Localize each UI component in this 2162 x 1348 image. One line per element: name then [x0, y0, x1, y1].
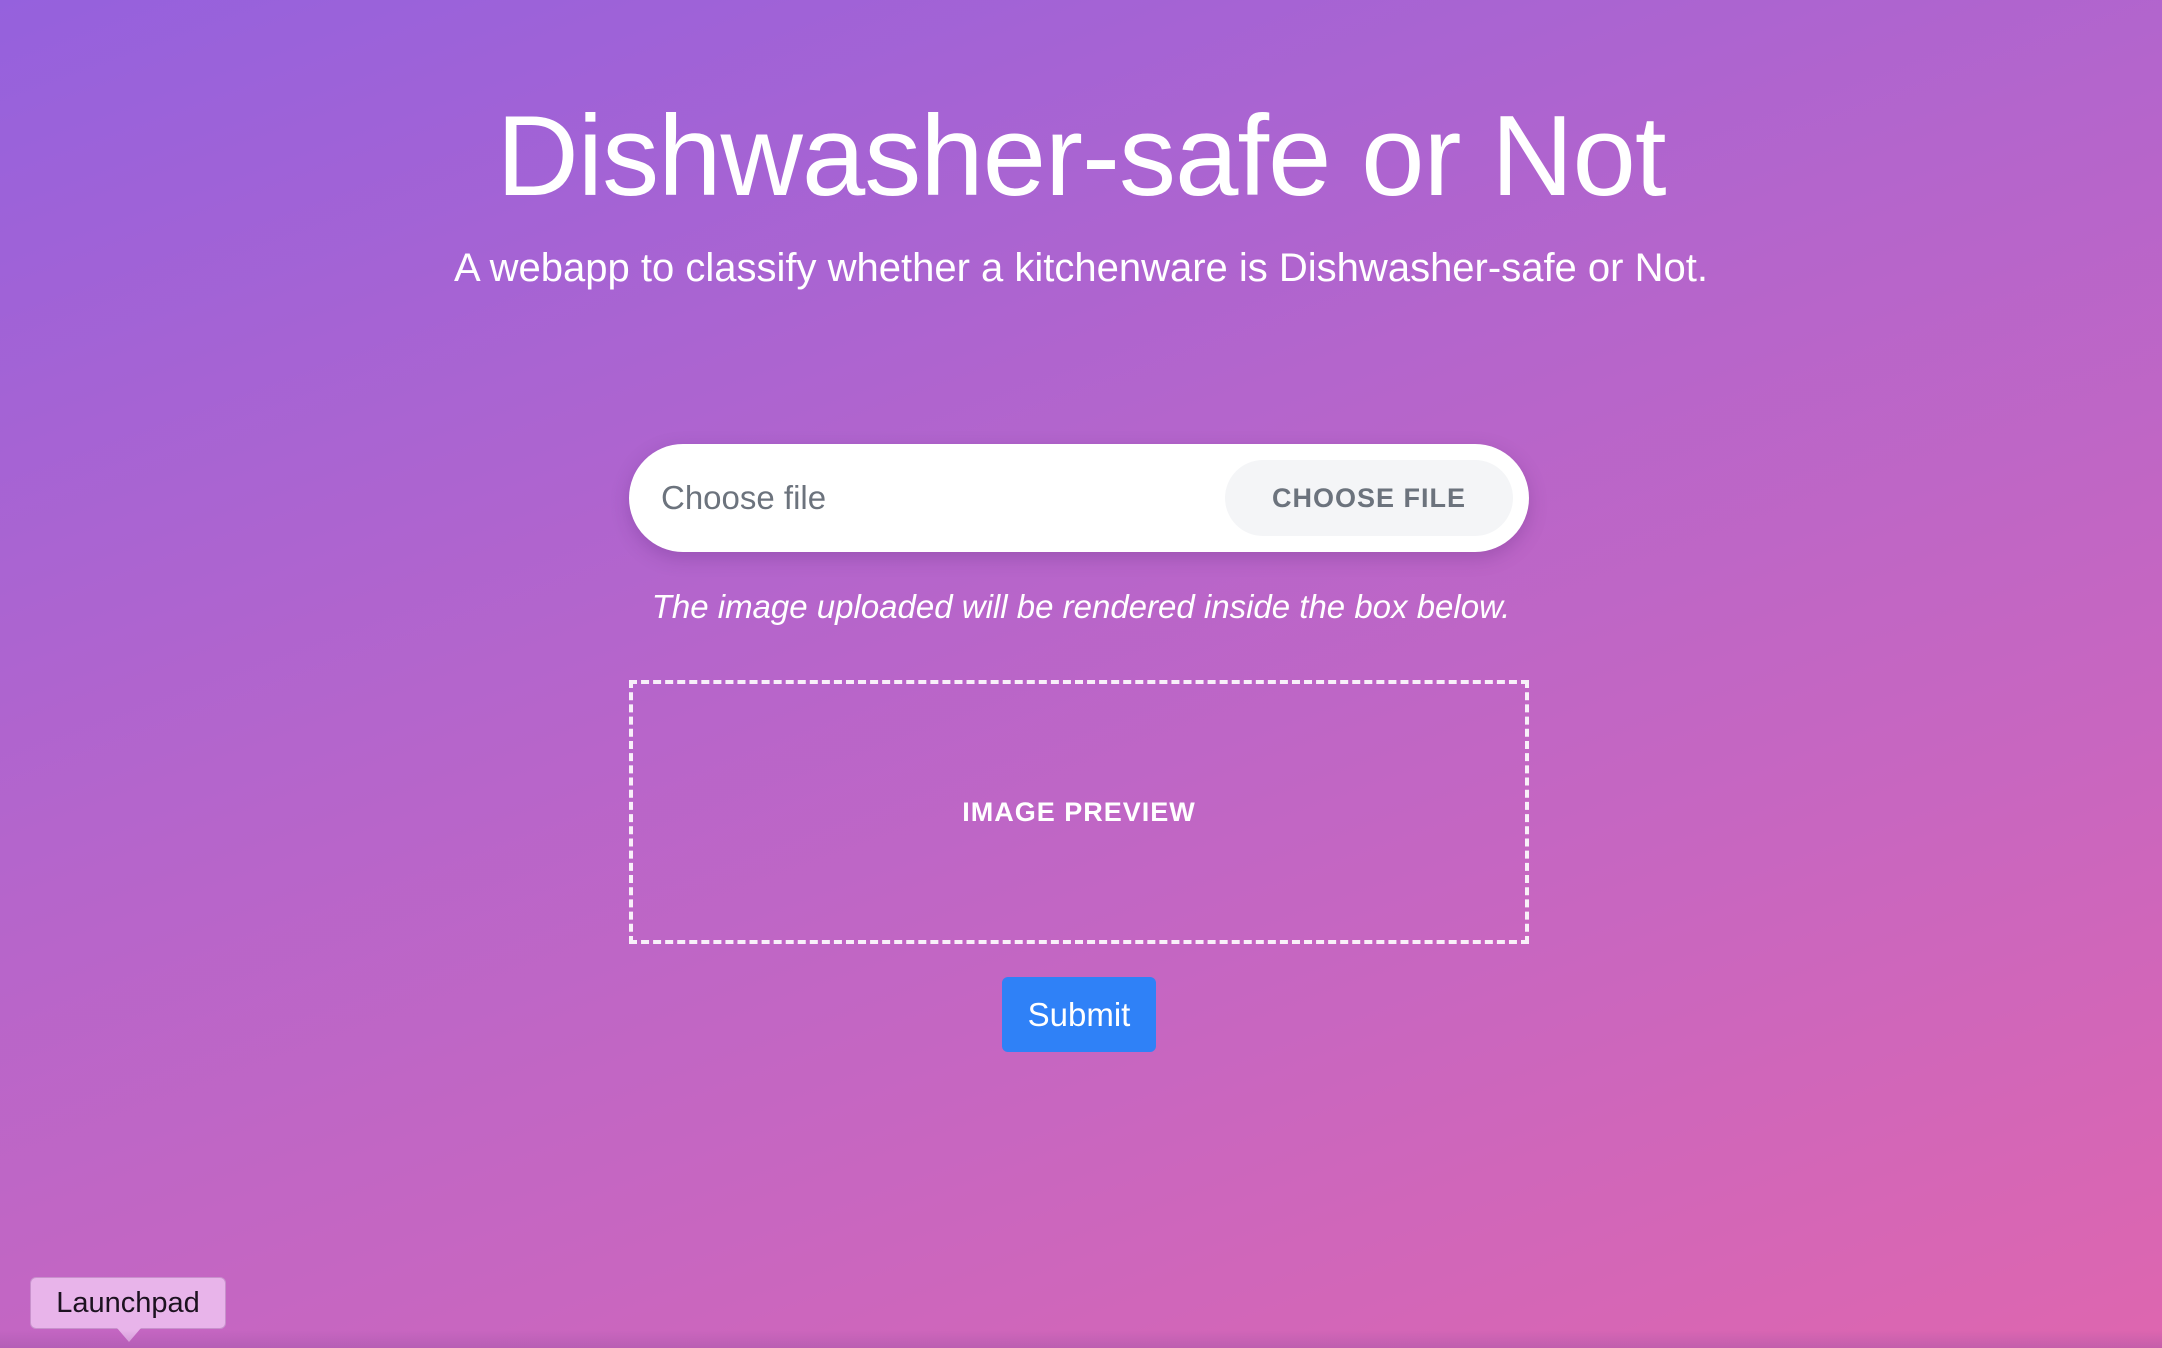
upload-note: The image uploaded will be rendered insi… — [651, 588, 1511, 625]
image-preview-label: IMAGE PREVIEW — [962, 796, 1196, 827]
dock-edge — [0, 1330, 2162, 1348]
choose-file-button[interactable]: CHOOSE FILE — [1225, 460, 1513, 536]
page-subtitle: A webapp to classify whether a kitchenwa… — [454, 246, 1708, 290]
file-input-placeholder: Choose file — [661, 479, 827, 516]
launchpad-tooltip: Launchpad — [30, 1277, 226, 1342]
page-title: Dishwasher-safe or Not — [496, 93, 1666, 220]
file-input[interactable]: Choose file CHOOSE FILE — [629, 444, 1529, 552]
submit-button[interactable]: Submit — [1002, 977, 1156, 1052]
image-preview-box: IMAGE PREVIEW — [629, 680, 1529, 944]
